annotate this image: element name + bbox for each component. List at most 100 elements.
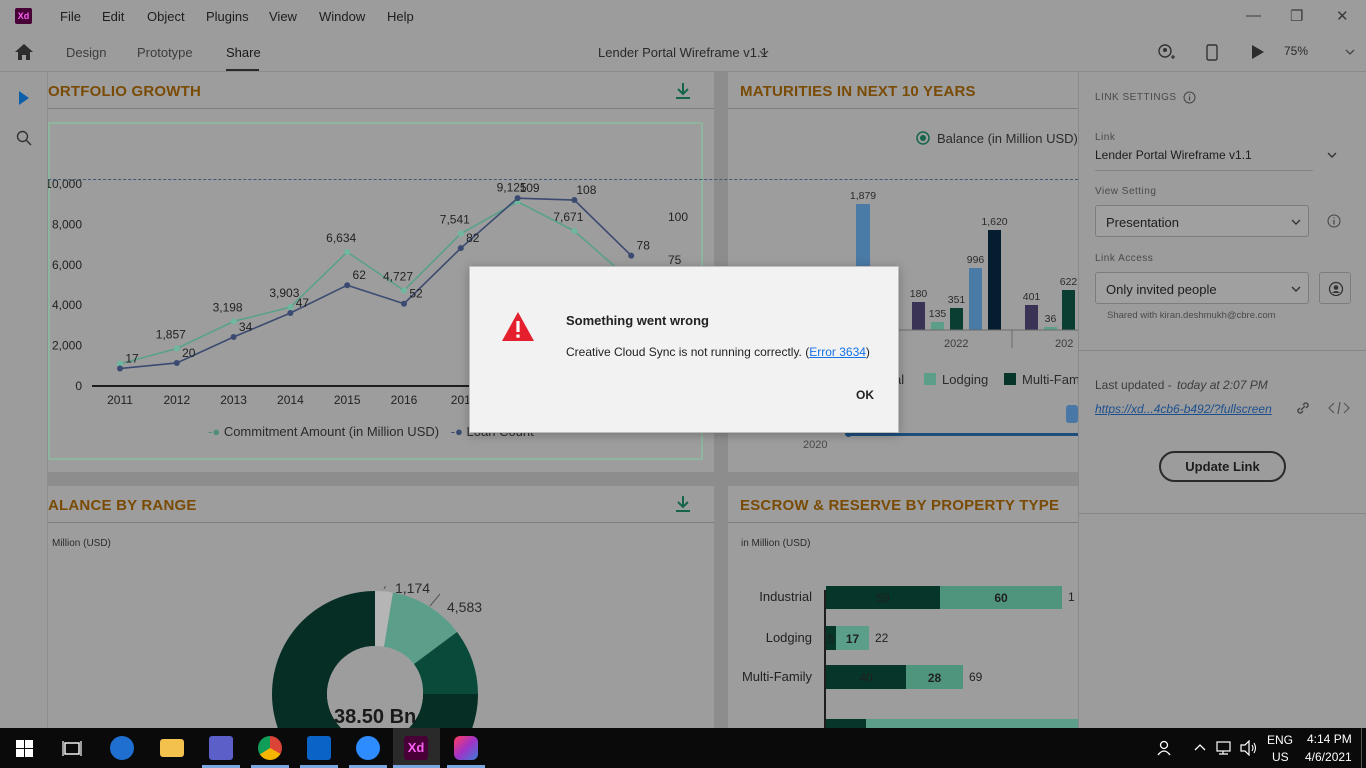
- maturity-bar-label: 1,620: [981, 216, 1007, 228]
- update-link-button[interactable]: Update Link: [1159, 451, 1286, 482]
- select-tool-icon[interactable]: [17, 90, 31, 106]
- region-indicator[interactable]: US: [1272, 750, 1289, 764]
- last-updated-label: Last updated -: [1095, 378, 1172, 392]
- balance-range-title: ALANCE BY RANGE: [48, 497, 197, 514]
- y-tick-label: 8,000: [52, 217, 82, 231]
- info-icon[interactable]: [1183, 91, 1196, 104]
- menu-help[interactable]: Help: [387, 9, 414, 24]
- loan-count-point: [230, 334, 237, 341]
- info-icon[interactable]: [1327, 214, 1341, 228]
- close-button[interactable]: ✕: [1336, 7, 1349, 25]
- legend-commitment-icon: -●: [208, 424, 221, 439]
- zoom-icon[interactable]: [356, 736, 380, 760]
- maximize-button[interactable]: ❐: [1290, 7, 1303, 25]
- view-setting-label: View Setting: [1095, 186, 1157, 197]
- chevron-down-icon: [1291, 286, 1301, 292]
- outlook-icon[interactable]: [307, 736, 331, 760]
- show-desktop-button[interactable]: [1361, 728, 1366, 768]
- clock-date[interactable]: 4/6/2021: [1305, 750, 1352, 764]
- zoom-chevron-icon[interactable]: [1345, 48, 1355, 56]
- tab-design[interactable]: Design: [66, 45, 106, 60]
- people-icon[interactable]: [1156, 739, 1174, 757]
- windows-start-icon[interactable]: [16, 740, 33, 757]
- xd-taskbar-active[interactable]: Xd: [393, 728, 440, 768]
- chevron-up-icon[interactable]: [1194, 743, 1206, 752]
- loan-count-data-label: 62: [353, 268, 367, 282]
- legend-commitment: Commitment Amount (in Million USD): [223, 424, 440, 439]
- loan-count-point: [514, 195, 521, 202]
- maturity-bar: [912, 302, 925, 330]
- teams-icon[interactable]: [209, 736, 233, 760]
- menu-object[interactable]: Object: [147, 9, 185, 24]
- tab-share[interactable]: Share: [226, 45, 261, 60]
- error-code-link[interactable]: Error 3634: [809, 345, 866, 359]
- clock-time[interactable]: 4:14 PM: [1307, 732, 1352, 746]
- network-icon[interactable]: [1216, 740, 1234, 756]
- toolbar: Design Prototype Share Lender Portal Wir…: [0, 34, 1366, 72]
- loan-count-data-label: 20: [182, 346, 196, 360]
- language-indicator[interactable]: ENG: [1267, 733, 1293, 747]
- view-setting-select[interactable]: Presentation: [1095, 205, 1309, 237]
- creative-cloud-icon[interactable]: [454, 736, 478, 760]
- download-icon[interactable]: [673, 81, 693, 101]
- share-url-link[interactable]: https://xd...4cb6-b492/?fullscreen: [1095, 402, 1272, 416]
- divider: [1095, 170, 1313, 171]
- download-icon[interactable]: [673, 494, 693, 514]
- search-icon[interactable]: [16, 130, 32, 146]
- escrow-segment-label: 60: [994, 591, 1008, 605]
- last-updated-value: today at 2:07 PM: [1177, 378, 1268, 392]
- file-explorer-icon[interactable]: [160, 739, 184, 757]
- x-tick-label: 2013: [220, 393, 247, 407]
- legend-multifam: Multi-Fam: [1022, 372, 1078, 387]
- copy-link-icon[interactable]: [1295, 400, 1311, 416]
- loan-count-data-label: 52: [409, 287, 423, 301]
- share-user-icon[interactable]: [1156, 43, 1176, 63]
- commitment-data-label: 1,857: [156, 327, 186, 341]
- link-name[interactable]: Lender Portal Wireframe v1.1: [1095, 148, 1252, 162]
- embed-code-icon[interactable]: [1328, 401, 1350, 415]
- divider: [1079, 513, 1366, 514]
- view-setting-value: Presentation: [1106, 215, 1179, 230]
- menu-edit[interactable]: Edit: [102, 9, 124, 24]
- y2-tick-label: 100: [668, 210, 688, 224]
- x-tick-label: 2014: [277, 393, 304, 407]
- menu-window[interactable]: Window: [319, 9, 365, 24]
- x-tick-202: 202: [1055, 338, 1073, 350]
- menu-view[interactable]: View: [269, 9, 297, 24]
- chrome-icon[interactable]: [258, 736, 282, 760]
- y-tick-label: 2,000: [52, 339, 82, 353]
- volume-icon[interactable]: [1240, 740, 1258, 756]
- escrow-panel: ESCROW & RESERVE BY PROPERTY TYPE in Mil…: [728, 486, 1078, 728]
- tab-prototype[interactable]: Prototype: [137, 45, 193, 60]
- xd-taskbar-icon: Xd: [404, 736, 428, 760]
- task-view-icon[interactable]: [62, 740, 82, 757]
- document-title[interactable]: Lender Portal Wireframe v1.1: [598, 45, 768, 60]
- commitment-point: [287, 304, 294, 311]
- maturity-bar: [1062, 290, 1075, 330]
- shared-with-text: Shared with kiran.deshmukh@cbre.com: [1107, 310, 1276, 321]
- loan-count-data-label: 82: [466, 231, 480, 245]
- zoom-level[interactable]: 75%: [1284, 44, 1308, 58]
- balance-range-panel: ALANCE BY RANGE Million (USD) 38.50 Bn 1…: [48, 486, 714, 728]
- range-slider-track[interactable]: [848, 433, 1078, 436]
- link-chevron-icon[interactable]: [1327, 151, 1337, 159]
- menu-file[interactable]: File: [60, 9, 81, 24]
- invite-button[interactable]: [1319, 272, 1351, 304]
- play-icon[interactable]: [1251, 44, 1265, 60]
- link-access-select[interactable]: Only invited people: [1095, 272, 1309, 304]
- loan-count-point: [628, 252, 635, 259]
- home-icon[interactable]: [14, 43, 34, 61]
- range-slider-handle-right[interactable]: [1066, 405, 1078, 423]
- escrow-category-label: Lodging: [766, 630, 812, 645]
- commitment-data-label: 6,634: [326, 231, 356, 245]
- maturity-bar-label: 622: [1060, 276, 1078, 288]
- maturity-bar-label: 996: [967, 254, 985, 266]
- menu-plugins[interactable]: Plugins: [206, 9, 249, 24]
- edge-icon[interactable]: [110, 736, 134, 760]
- minimize-button[interactable]: —: [1246, 7, 1261, 24]
- chevron-down-icon: [1291, 219, 1301, 225]
- maturity-bar-label: 180: [910, 288, 928, 300]
- device-preview-icon[interactable]: [1205, 43, 1219, 63]
- chevron-down-icon[interactable]: [759, 49, 769, 57]
- ok-button[interactable]: OK: [856, 388, 874, 402]
